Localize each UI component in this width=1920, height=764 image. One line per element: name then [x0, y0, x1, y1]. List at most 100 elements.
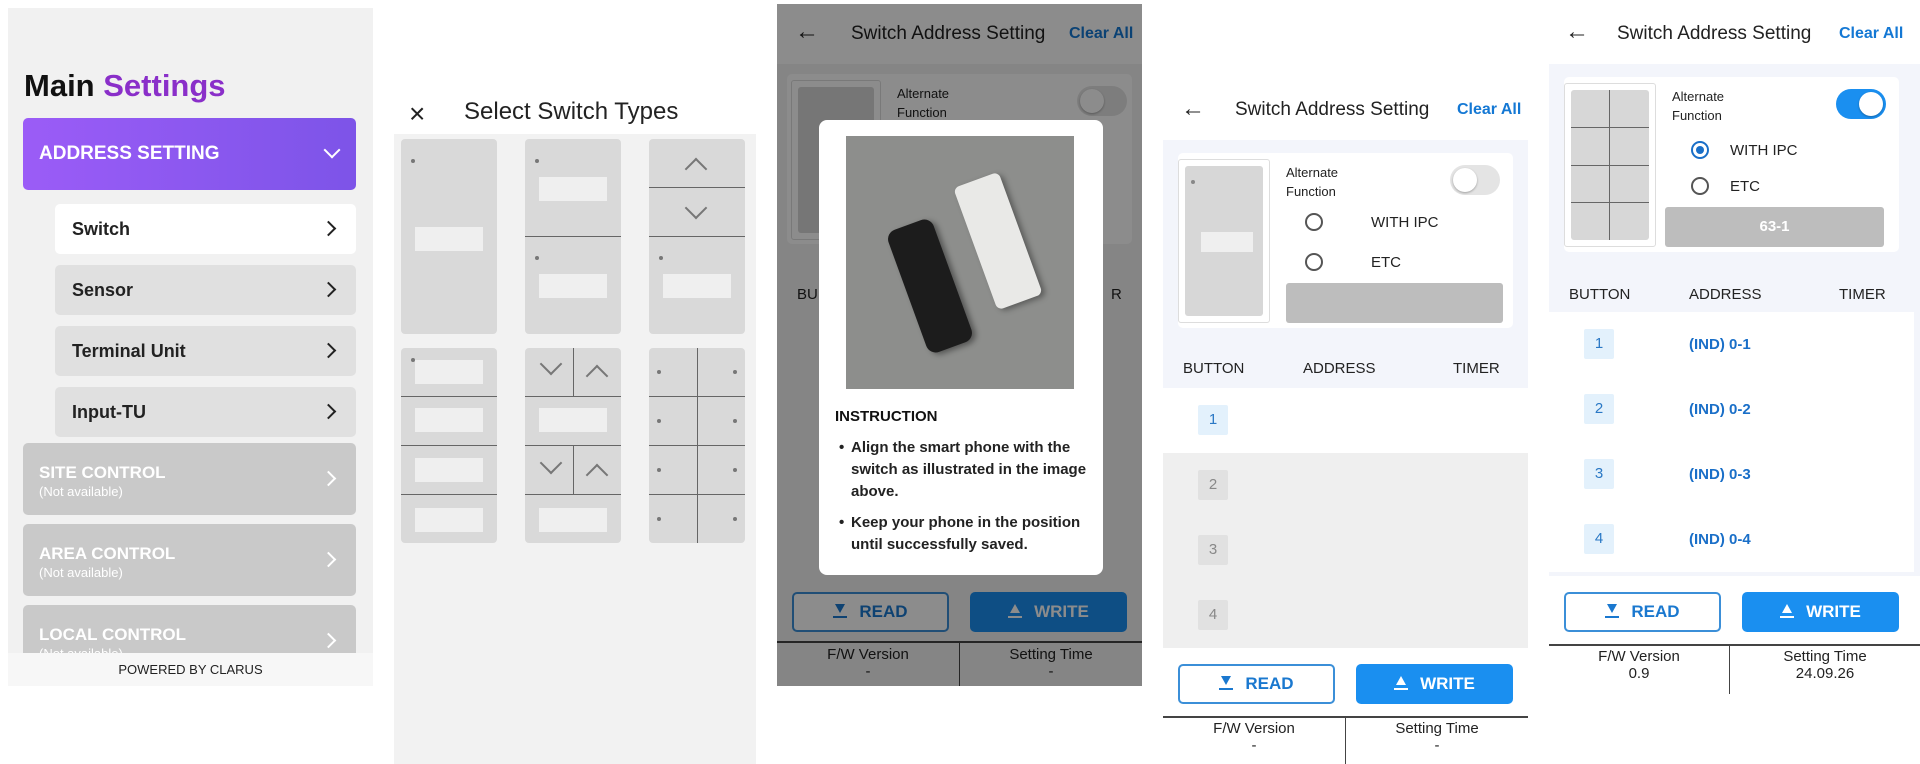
- switch-type-dual-up-down[interactable]: [525, 348, 621, 543]
- table-row[interactable]: 1: [1163, 388, 1528, 453]
- menu-label: LOCAL CONTROL: [39, 625, 187, 644]
- button-number: 4: [1584, 524, 1614, 554]
- address-value: (IND) 0-1: [1689, 336, 1751, 353]
- write-button[interactable]: WRITE: [1356, 664, 1513, 704]
- indicator-dot: [657, 517, 661, 521]
- alternate-function-label: Alternate Function: [1672, 89, 1725, 123]
- menu-item-input-tu[interactable]: Input-TU: [55, 387, 356, 437]
- divider: [649, 236, 745, 237]
- button-number: 1: [1584, 329, 1614, 359]
- switch-type-1-gang[interactable]: [401, 139, 497, 334]
- switch-type-8-gang[interactable]: [649, 348, 745, 543]
- back-arrow-icon[interactable]: ←: [1565, 18, 1589, 46]
- table-row[interactable]: 3 (IND) 0-3: [1549, 442, 1914, 507]
- indicator-dot: [657, 370, 661, 374]
- radio-etc[interactable]: [1305, 253, 1323, 271]
- divider: [401, 396, 497, 397]
- chevron-down-icon: [323, 141, 341, 159]
- address-value: (IND) 0-2: [1689, 401, 1751, 418]
- divider: [525, 494, 621, 495]
- menu-item-label: Switch: [72, 218, 131, 239]
- chevron-right-icon: [320, 342, 337, 359]
- divider: [1549, 644, 1920, 646]
- instruction-text: Align the smart phone with the switch as…: [851, 439, 1087, 500]
- fw-version-block: F/W Version -: [1163, 720, 1345, 754]
- menu-item-label: Terminal Unit: [72, 340, 186, 361]
- divider: [525, 236, 621, 237]
- radio-with-ipc[interactable]: [1305, 213, 1323, 231]
- fw-version-label: F/W Version: [1598, 648, 1680, 665]
- radio-etc[interactable]: [1691, 177, 1709, 195]
- setting-time-block: Setting Time -: [1346, 720, 1528, 754]
- switch-type-2-gang[interactable]: [525, 139, 621, 334]
- alternate-function-toggle[interactable]: [1450, 165, 1500, 195]
- smartphone-illustration: [885, 216, 975, 356]
- instruction-item: • Align the smart phone with the switch a…: [839, 437, 1089, 503]
- read-label: READ: [1631, 602, 1680, 621]
- page-title: Switch Address Setting: [1235, 99, 1430, 120]
- page-title: Main Settings: [24, 68, 226, 104]
- read-button[interactable]: READ: [1564, 592, 1721, 632]
- table-row[interactable]: 3: [1163, 518, 1528, 583]
- address-field[interactable]: [1286, 283, 1503, 323]
- table-row[interactable]: 2 (IND) 0-2: [1549, 377, 1914, 442]
- table-row[interactable]: 1 (IND) 0-1: [1549, 312, 1914, 377]
- divider: [649, 187, 745, 188]
- menu-note: (Not available): [39, 565, 123, 580]
- switch-face: [1185, 166, 1263, 316]
- divider: [573, 445, 574, 494]
- switch-type-up-down[interactable]: [649, 139, 745, 334]
- column-header-address: ADDRESS: [1303, 360, 1376, 377]
- table-row[interactable]: 2: [1163, 453, 1528, 518]
- menu-area-control[interactable]: AREA CONTROL (Not available): [23, 524, 356, 596]
- write-button[interactable]: WRITE: [1742, 592, 1899, 632]
- instruction-modal: INSTRUCTION • Align the smart phone with …: [819, 120, 1103, 575]
- page-title: Select Switch Types: [464, 98, 679, 125]
- main-settings-screen: Main Settings ADDRESS SETTING Switch Sen…: [8, 8, 373, 686]
- download-icon: [1605, 604, 1620, 618]
- menu-item-switch[interactable]: Switch: [55, 204, 356, 254]
- divider: [649, 494, 745, 495]
- arrow-down-icon: [539, 451, 563, 475]
- settings-card: Alternate Function WITH IPC ETC 63-1: [1564, 77, 1899, 252]
- menu-item-terminal-unit[interactable]: Terminal Unit: [55, 326, 356, 376]
- indicator-dot: [657, 468, 661, 472]
- label-area: [415, 227, 483, 251]
- divider: [525, 396, 621, 397]
- indicator-dot: [733, 468, 737, 472]
- divider: [1571, 165, 1649, 166]
- divider: [649, 445, 745, 446]
- menu-item-sensor[interactable]: Sensor: [55, 265, 356, 315]
- address-setting-header[interactable]: ADDRESS SETTING: [23, 118, 356, 190]
- download-icon: [1219, 676, 1234, 690]
- menu-site-control[interactable]: SITE CONTROL (Not available): [23, 443, 356, 515]
- radio-with-ipc[interactable]: [1691, 141, 1709, 159]
- table-row[interactable]: 4: [1163, 583, 1528, 648]
- switch-thumbnail: [1564, 83, 1656, 247]
- bullet: •: [839, 514, 845, 531]
- menu-note: (Not available): [39, 484, 123, 499]
- address-field[interactable]: 63-1: [1665, 207, 1884, 247]
- setting-time-label: Setting Time: [1783, 648, 1867, 665]
- divider: [401, 494, 497, 495]
- back-arrow-icon[interactable]: ←: [1181, 95, 1205, 123]
- indicator-dot: [733, 370, 737, 374]
- arrow-up-icon: [585, 364, 609, 388]
- divider: [649, 396, 745, 397]
- table-row[interactable]: 4 (IND) 0-4: [1549, 507, 1914, 572]
- button-number: 4: [1198, 600, 1228, 630]
- switch-illustration: [953, 171, 1043, 311]
- button-number: 2: [1198, 470, 1228, 500]
- indicator-dot: [1191, 180, 1195, 184]
- column-header-button: BUTTON: [1183, 360, 1245, 377]
- close-icon[interactable]: ×: [409, 98, 425, 130]
- indicator-dot: [657, 419, 661, 423]
- clear-all-button[interactable]: Clear All: [1839, 25, 1903, 43]
- divider: [1571, 127, 1649, 128]
- read-button[interactable]: READ: [1178, 664, 1335, 704]
- switch-type-4-gang[interactable]: [401, 348, 497, 543]
- instruction-text: Keep your phone in the position until su…: [851, 514, 1081, 553]
- alternate-function-toggle[interactable]: [1836, 89, 1886, 119]
- page-title: Switch Address Setting: [1617, 23, 1812, 44]
- clear-all-button[interactable]: Clear All: [1457, 101, 1521, 119]
